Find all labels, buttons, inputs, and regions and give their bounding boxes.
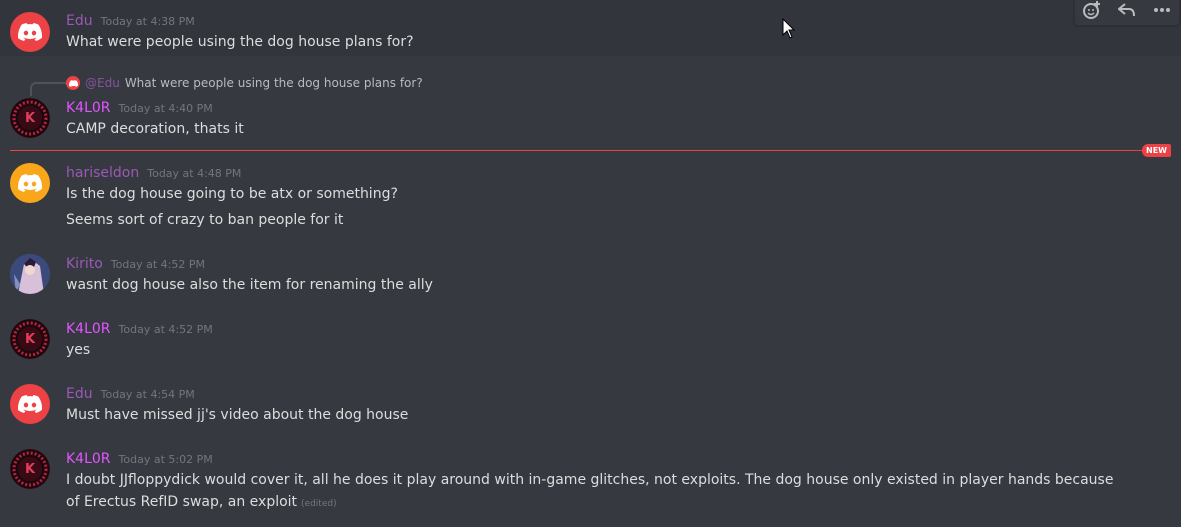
- chat-messages: Edu Today at 4:38 PM What were people usi…: [0, 0, 1181, 527]
- timestamp: Today at 4:54 PM: [100, 388, 195, 401]
- message-text: wasnt dog house also the item for renami…: [66, 277, 433, 293]
- avatar[interactable]: K: [10, 449, 50, 489]
- message-text: What were people using the dog house pla…: [66, 34, 414, 50]
- reply-button[interactable]: [1113, 0, 1141, 22]
- avatar[interactable]: [10, 384, 50, 424]
- message-text: Must have missed jj's video about the do…: [66, 407, 409, 423]
- username[interactable]: Edu: [66, 386, 93, 402]
- username[interactable]: Kirito: [66, 256, 103, 272]
- reply-icon: [1117, 3, 1135, 17]
- reply-username[interactable]: @Edu: [85, 75, 120, 91]
- avatar[interactable]: K: [10, 98, 50, 138]
- avatar[interactable]: [10, 12, 50, 52]
- message-text: CAMP decoration, thats it: [66, 121, 244, 137]
- timestamp: Today at 4:38 PM: [100, 15, 195, 28]
- avatar-letter: K: [24, 110, 36, 126]
- discord-logo-icon: [68, 79, 78, 87]
- message-toolbar: [1074, 0, 1180, 26]
- message-text: yes: [66, 342, 91, 358]
- mouse-cursor-icon: [782, 18, 796, 39]
- username[interactable]: K4L0R: [66, 451, 111, 467]
- add-reaction-icon: [1083, 1, 1101, 19]
- avatar[interactable]: [10, 163, 50, 203]
- discord-logo-icon: [18, 23, 42, 41]
- new-messages-divider: [10, 150, 1171, 151]
- discord-logo-icon: [18, 395, 42, 413]
- edited-label: (edited): [301, 499, 337, 509]
- more-icon: [1153, 8, 1170, 12]
- avatar[interactable]: K: [10, 319, 50, 359]
- reply-spine: [30, 82, 66, 96]
- discord-logo-icon: [18, 174, 42, 192]
- message-text: Is the dog house going to be atx or some…: [66, 186, 398, 202]
- timestamp: Today at 5:02 PM: [118, 453, 213, 466]
- new-badge: NEW: [1142, 144, 1171, 157]
- message-text: Seems sort of crazy to ban people for it: [66, 212, 344, 228]
- username[interactable]: hariseldon: [66, 165, 139, 181]
- reply-preview[interactable]: @Edu What were people using the dog hous…: [66, 75, 423, 91]
- username[interactable]: K4L0R: [66, 100, 111, 116]
- kirito-avatar-icon: [10, 254, 50, 294]
- message-text: I doubt JJfloppydick would cover it, all…: [66, 469, 1126, 515]
- message-body: I doubt JJfloppydick would cover it, all…: [66, 472, 1114, 510]
- add-reaction-button[interactable]: [1078, 0, 1106, 22]
- timestamp: Today at 4:52 PM: [110, 258, 205, 271]
- avatar[interactable]: [10, 254, 50, 294]
- username[interactable]: K4L0R: [66, 321, 111, 337]
- timestamp: Today at 4:48 PM: [147, 167, 242, 180]
- avatar-letter: K: [24, 331, 36, 347]
- reply-text[interactable]: What were people using the dog house pla…: [125, 75, 423, 91]
- timestamp: Today at 4:52 PM: [118, 323, 213, 336]
- avatar-letter: K: [24, 461, 36, 477]
- reply-avatar: [66, 76, 80, 90]
- username[interactable]: Edu: [66, 13, 93, 29]
- more-button[interactable]: [1148, 0, 1176, 22]
- timestamp: Today at 4:40 PM: [118, 102, 213, 115]
